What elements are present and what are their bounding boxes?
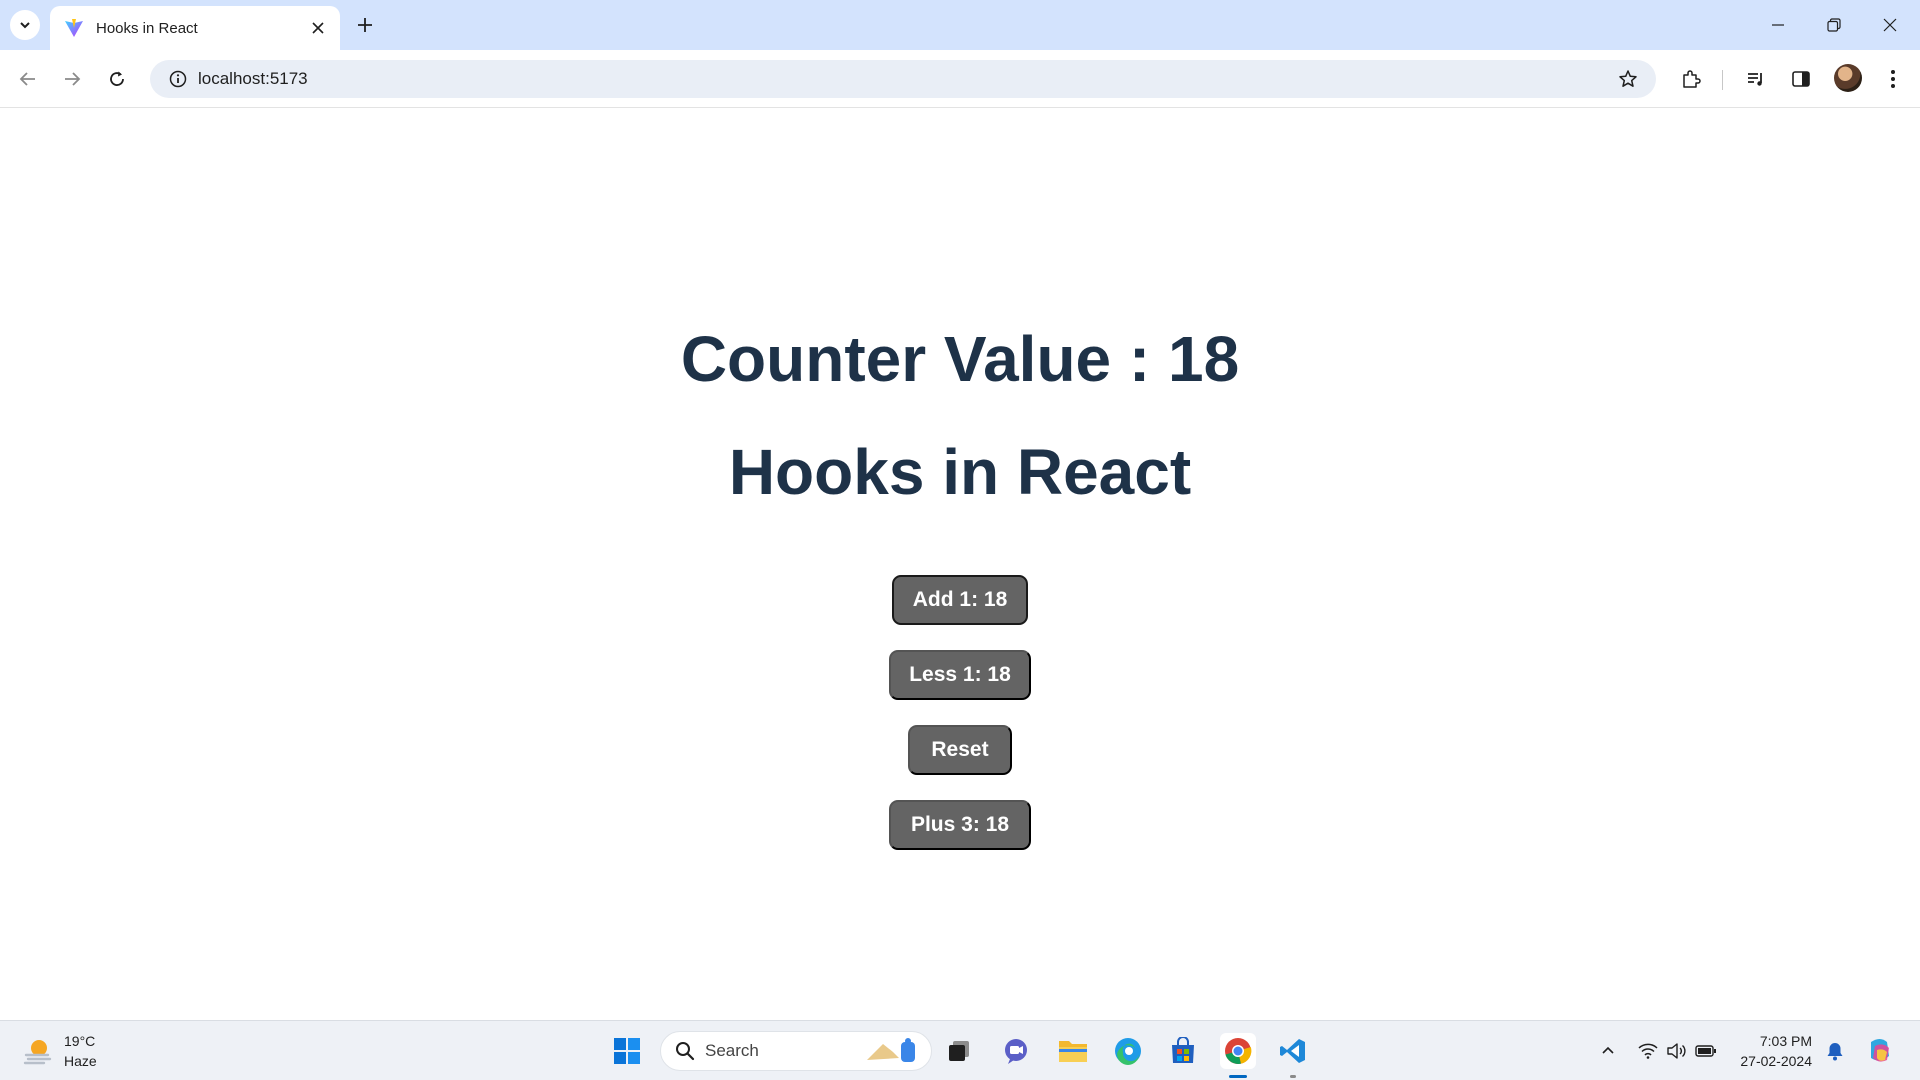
clock-time: 7:03 PM	[1759, 1033, 1812, 1049]
tab-strip: Hooks in React	[0, 0, 1920, 50]
vite-logo-icon	[65, 19, 83, 37]
weather-widget[interactable]: 19°C Haze	[22, 1031, 97, 1071]
clock-date: 27-02-2024	[1740, 1053, 1812, 1069]
side-panel-icon[interactable]	[1785, 63, 1817, 95]
haze-weather-icon	[23, 1040, 52, 1065]
edge-browser-icon[interactable]	[1110, 1033, 1146, 1069]
site-info-icon[interactable]	[158, 70, 198, 88]
reload-icon[interactable]	[101, 63, 133, 95]
close-window-icon[interactable]	[1862, 0, 1918, 50]
battery-icon[interactable]	[1694, 1039, 1718, 1063]
reset-button[interactable]: Reset	[908, 725, 1012, 775]
vscode-open-indicator	[1290, 1075, 1296, 1078]
address-bar[interactable]: localhost:5173	[150, 60, 1656, 98]
weather-condition: Haze	[64, 1053, 97, 1069]
profile-avatar[interactable]	[1834, 64, 1862, 92]
show-hidden-icons-chevron-icon[interactable]	[1596, 1039, 1620, 1063]
microsoft-store-icon[interactable]	[1165, 1033, 1201, 1069]
back-arrow-icon[interactable]	[12, 63, 44, 95]
bookmark-star-icon[interactable]	[1608, 69, 1648, 89]
chrome-browser-icon[interactable]	[1220, 1033, 1256, 1069]
restore-icon[interactable]	[1806, 0, 1862, 50]
search-icon	[676, 1042, 695, 1061]
counter-value-heading: Counter Value : 18	[680, 323, 1240, 395]
tab-search-button[interactable]	[10, 10, 40, 40]
copilot-pre-icon[interactable]	[1862, 1033, 1898, 1069]
new-tab-plus-icon[interactable]	[350, 10, 380, 40]
less-one-button[interactable]: Less 1: 18	[889, 650, 1031, 700]
forward-arrow-icon[interactable]	[56, 63, 88, 95]
page-content: Counter Value : 18 Hooks in React Add 1:…	[0, 109, 1920, 1020]
windows-start-icon[interactable]	[609, 1033, 645, 1069]
chrome-active-indicator	[1229, 1075, 1247, 1078]
plus-three-button[interactable]: Plus 3: 18	[889, 800, 1031, 850]
weather-temperature: 19°C	[64, 1033, 96, 1049]
vscode-icon[interactable]	[1275, 1033, 1311, 1069]
minimize-icon[interactable]	[1750, 0, 1806, 50]
search-label: Search	[705, 1041, 759, 1060]
tab-title: Hooks in React	[96, 19, 198, 37]
url-text: localhost:5173	[198, 69, 308, 88]
wifi-icon[interactable]	[1636, 1039, 1660, 1063]
file-explorer-icon[interactable]	[1055, 1033, 1091, 1069]
extensions-puzzle-icon[interactable]	[1675, 63, 1707, 95]
taskbar-search-box[interactable]: Search	[660, 1031, 932, 1071]
media-controls-icon[interactable]	[1740, 63, 1772, 95]
browser-tab[interactable]: Hooks in React	[50, 6, 340, 50]
teams-chat-icon[interactable]	[998, 1033, 1034, 1069]
browser-toolbar: localhost:5173	[0, 50, 1920, 108]
volume-icon[interactable]	[1664, 1039, 1688, 1063]
toolbar-separator	[1722, 70, 1723, 90]
taskbar: 19°C Haze Search 7:03 PM 27-02-2024	[0, 1020, 1920, 1080]
more-menu-icon[interactable]	[1877, 63, 1909, 95]
notification-bell-icon[interactable]	[1823, 1039, 1847, 1063]
task-view-icon[interactable]	[942, 1033, 978, 1069]
add-one-button[interactable]: Add 1: 18	[892, 575, 1028, 625]
system-clock[interactable]: 7:03 PM 27-02-2024	[1728, 1031, 1812, 1071]
page-title: Hooks in React	[728, 436, 1192, 508]
search-highlight-icon	[867, 1038, 915, 1062]
tab-close-icon[interactable]	[308, 18, 328, 38]
chevron-down-icon	[20, 22, 30, 29]
